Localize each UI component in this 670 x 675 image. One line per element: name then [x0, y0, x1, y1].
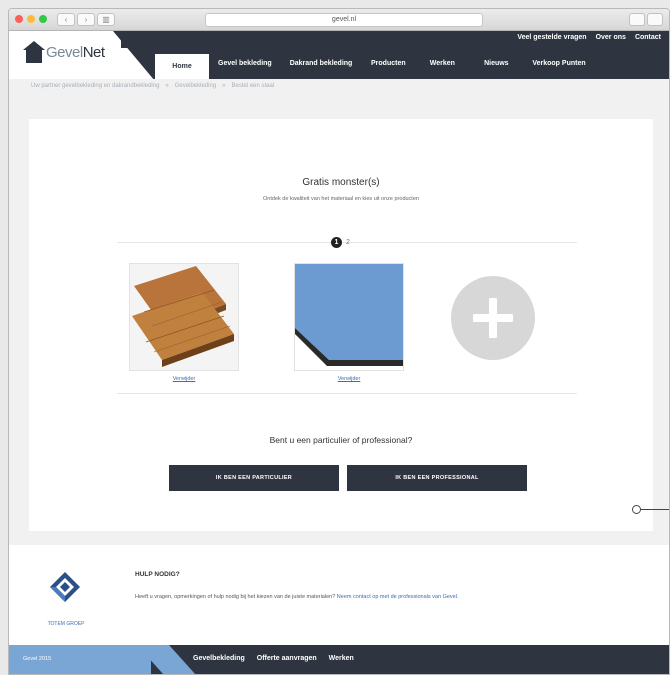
breadcrumb-current: Bestel een staal — [231, 83, 275, 89]
minimize-window-button[interactable] — [27, 15, 35, 23]
step-indicator-active: 1 — [331, 237, 342, 248]
site-footer: Gevel 2015 Gevelbekleding Offerte aanvra… — [9, 645, 669, 674]
window-controls — [15, 15, 47, 23]
blue-panel-image — [295, 264, 403, 370]
breadcrumb: Uw partner gevelbekleding en dakrandbekl… — [9, 79, 669, 93]
sample-2-link[interactable]: Verwijder — [294, 376, 404, 382]
address-bar[interactable]: gevel.nl — [205, 13, 483, 27]
sidebar-toggle-button[interactable]: ▥ — [97, 13, 115, 26]
breadcrumb-home[interactable]: Uw partner gevelbekleding en dakrandbekl… — [31, 79, 159, 93]
page-subtitle: Ontdek de kwaliteit van het materiaal en… — [263, 196, 419, 202]
browser-actions — [629, 13, 663, 26]
footer-link-werken[interactable]: Werken — [329, 655, 354, 662]
footer-copyright: Gevel 2015 — [23, 656, 52, 662]
contact-link[interactable]: Contact — [635, 34, 661, 41]
browser-window: ‹ › ▥ gevel.nl Veel gestelde vragen Over… — [8, 8, 670, 675]
footer-link-gevelbekleding[interactable]: Gevelbekleding — [193, 655, 245, 662]
help-text: Heeft u vragen, opmerkingen of hulp nodi… — [135, 593, 605, 602]
help-section: TOTEM GROEP HULP NODIG? Heeft u vragen, … — [9, 545, 669, 645]
customer-type-question: Bent u een particulier of professional? — [269, 435, 413, 445]
add-sample-button[interactable] — [451, 276, 535, 360]
nav-werken[interactable]: Werken — [415, 48, 469, 79]
sample-request-card: Gratis monster(s) Ontdek de kwaliteit va… — [29, 119, 653, 531]
tabs-button[interactable] — [647, 13, 663, 26]
faq-link[interactable]: Veel gestelde vragen — [517, 34, 586, 41]
nav-home[interactable]: Home — [155, 54, 209, 79]
close-window-button[interactable] — [15, 15, 23, 23]
forward-button[interactable]: › — [77, 13, 95, 26]
page-title: Gratis monster(s) — [302, 177, 380, 188]
nav-verkoop-punten[interactable]: Verkoop Punten — [523, 48, 594, 79]
history-buttons: ‹ › ▥ — [57, 13, 115, 26]
sample-panel-thumbnail — [294, 263, 404, 371]
house-icon — [23, 41, 45, 63]
brand-name: TOTEM GROEP — [47, 621, 85, 627]
site-header: Veel gestelde vragen Over ons Contact Ge… — [9, 31, 669, 79]
help-body: Heeft u vragen, opmerkingen of hulp nodi… — [135, 594, 336, 600]
footer-links: Gevelbekleding Offerte aanvragen Werken — [193, 655, 354, 662]
nav-filler — [605, 48, 669, 79]
share-button[interactable] — [629, 13, 645, 26]
particulier-button[interactable]: IK BEN EEN PARTICULIER — [169, 465, 339, 491]
section-divider — [117, 393, 577, 394]
nav-nieuws[interactable]: Nieuws — [469, 48, 523, 79]
sample-wood-thumbnail — [129, 263, 239, 371]
professional-button[interactable]: IK BEN EEN PROFESSIONAL — [347, 465, 527, 491]
site-logo[interactable]: GevelNet — [23, 41, 105, 63]
about-link[interactable]: Over ons — [596, 34, 626, 41]
main-nav: Home Gevel bekleding Dakrand bekleding P… — [155, 48, 605, 79]
sample-1-link[interactable]: Verwijder — [129, 376, 239, 382]
step-indicator-next[interactable]: 2 — [346, 237, 350, 248]
nav-gevel-bekleding[interactable]: Gevel bekleding — [209, 48, 281, 79]
footer-link-offerte[interactable]: Offerte aanvragen — [257, 655, 317, 662]
annotation-marker — [632, 505, 641, 514]
breadcrumb-gevelbekleding[interactable]: Gevelbekleding — [175, 79, 216, 93]
annotation-line — [641, 509, 669, 510]
wood-planks-image — [130, 264, 238, 370]
top-links: Veel gestelde vragen Over ons Contact — [517, 34, 661, 41]
back-button[interactable]: ‹ — [57, 13, 75, 26]
logo-text-light: Gevel — [46, 43, 83, 61]
nav-dakrand-bekleding[interactable]: Dakrand bekleding — [281, 48, 362, 79]
browser-toolbar: ‹ › ▥ gevel.nl — [9, 9, 669, 31]
logo-text-bold: Net — [82, 43, 105, 61]
help-contact-link[interactable]: Neem contact op met de professionals van… — [337, 594, 459, 600]
totem-logo-icon — [50, 572, 80, 602]
top-bar: Veel gestelde vragen Over ons Contact — [121, 31, 669, 48]
nav-producten[interactable]: Producten — [361, 48, 415, 79]
zoom-window-button[interactable] — [39, 15, 47, 23]
help-title: HULP NODIG? — [135, 571, 180, 578]
